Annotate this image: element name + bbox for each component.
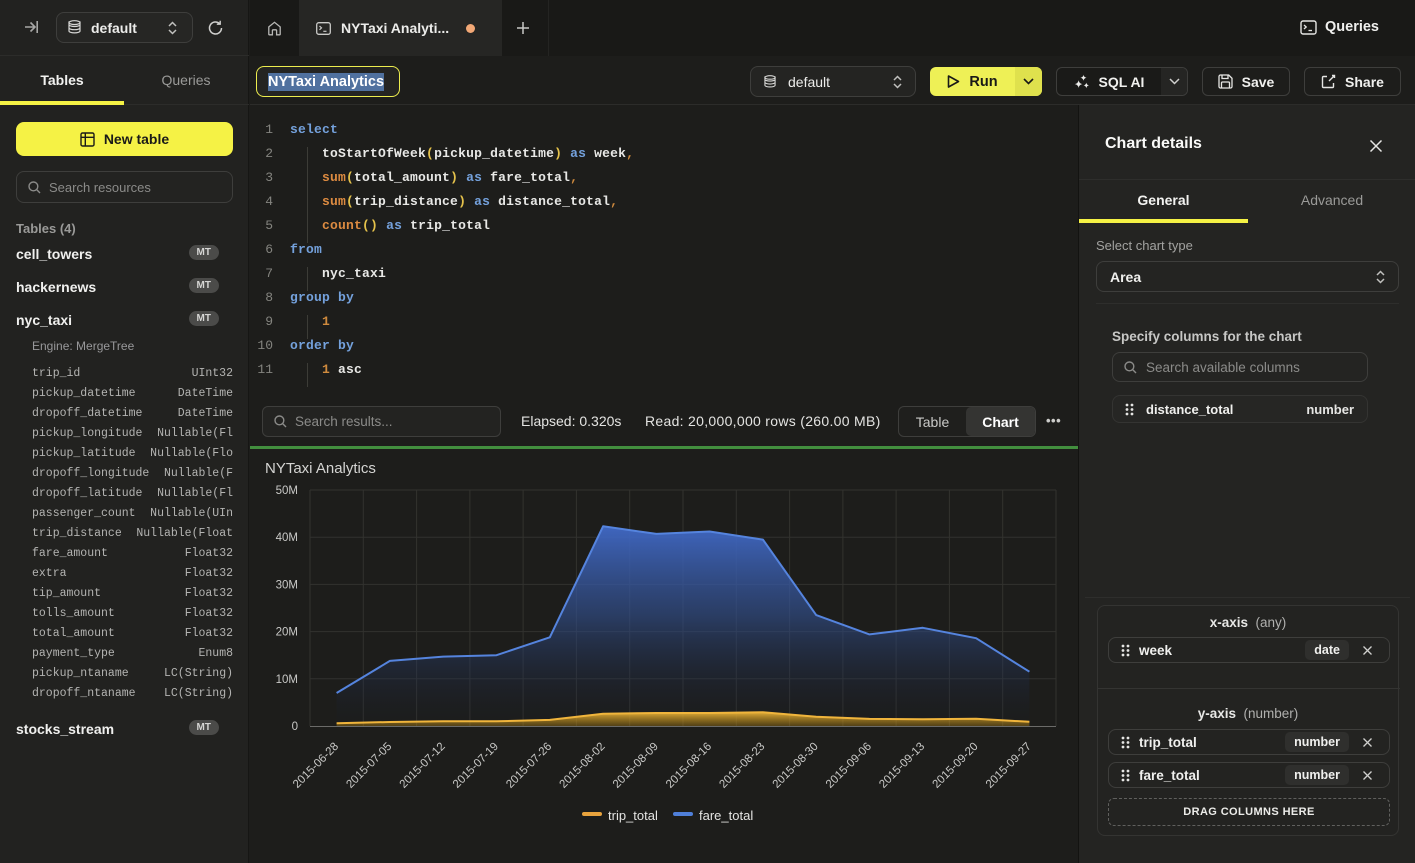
svg-text:2015-09-13: 2015-09-13 (877, 741, 927, 791)
svg-text:2015-08-30: 2015-08-30 (771, 741, 821, 791)
svg-text:2015-09-27: 2015-09-27 (984, 741, 1034, 791)
svg-text:2015-08-23: 2015-08-23 (717, 741, 767, 791)
svg-text:2015-08-09: 2015-08-09 (611, 741, 661, 791)
svg-text:0: 0 (292, 721, 298, 733)
svg-text:2015-07-19: 2015-07-19 (451, 741, 501, 791)
svg-text:2015-07-05: 2015-07-05 (344, 741, 394, 791)
svg-text:50M: 50M (276, 485, 298, 497)
svg-text:2015-08-02: 2015-08-02 (558, 741, 608, 791)
svg-text:2015-06-28: 2015-06-28 (291, 741, 341, 791)
svg-text:2015-09-06: 2015-09-06 (824, 741, 874, 791)
svg-text:20M: 20M (276, 627, 298, 639)
svg-text:trip_total: trip_total (608, 808, 658, 823)
svg-text:10M: 10M (276, 674, 298, 686)
svg-text:30M: 30M (276, 579, 298, 591)
svg-text:fare_total: fare_total (699, 808, 753, 823)
svg-text:40M: 40M (276, 532, 298, 544)
svg-text:2015-09-20: 2015-09-20 (931, 741, 981, 791)
svg-text:2015-07-12: 2015-07-12 (398, 741, 448, 791)
svg-text:NYTaxi Analytics: NYTaxi Analytics (265, 460, 376, 477)
svg-text:2015-08-16: 2015-08-16 (664, 741, 714, 791)
svg-text:2015-07-26: 2015-07-26 (504, 741, 554, 791)
